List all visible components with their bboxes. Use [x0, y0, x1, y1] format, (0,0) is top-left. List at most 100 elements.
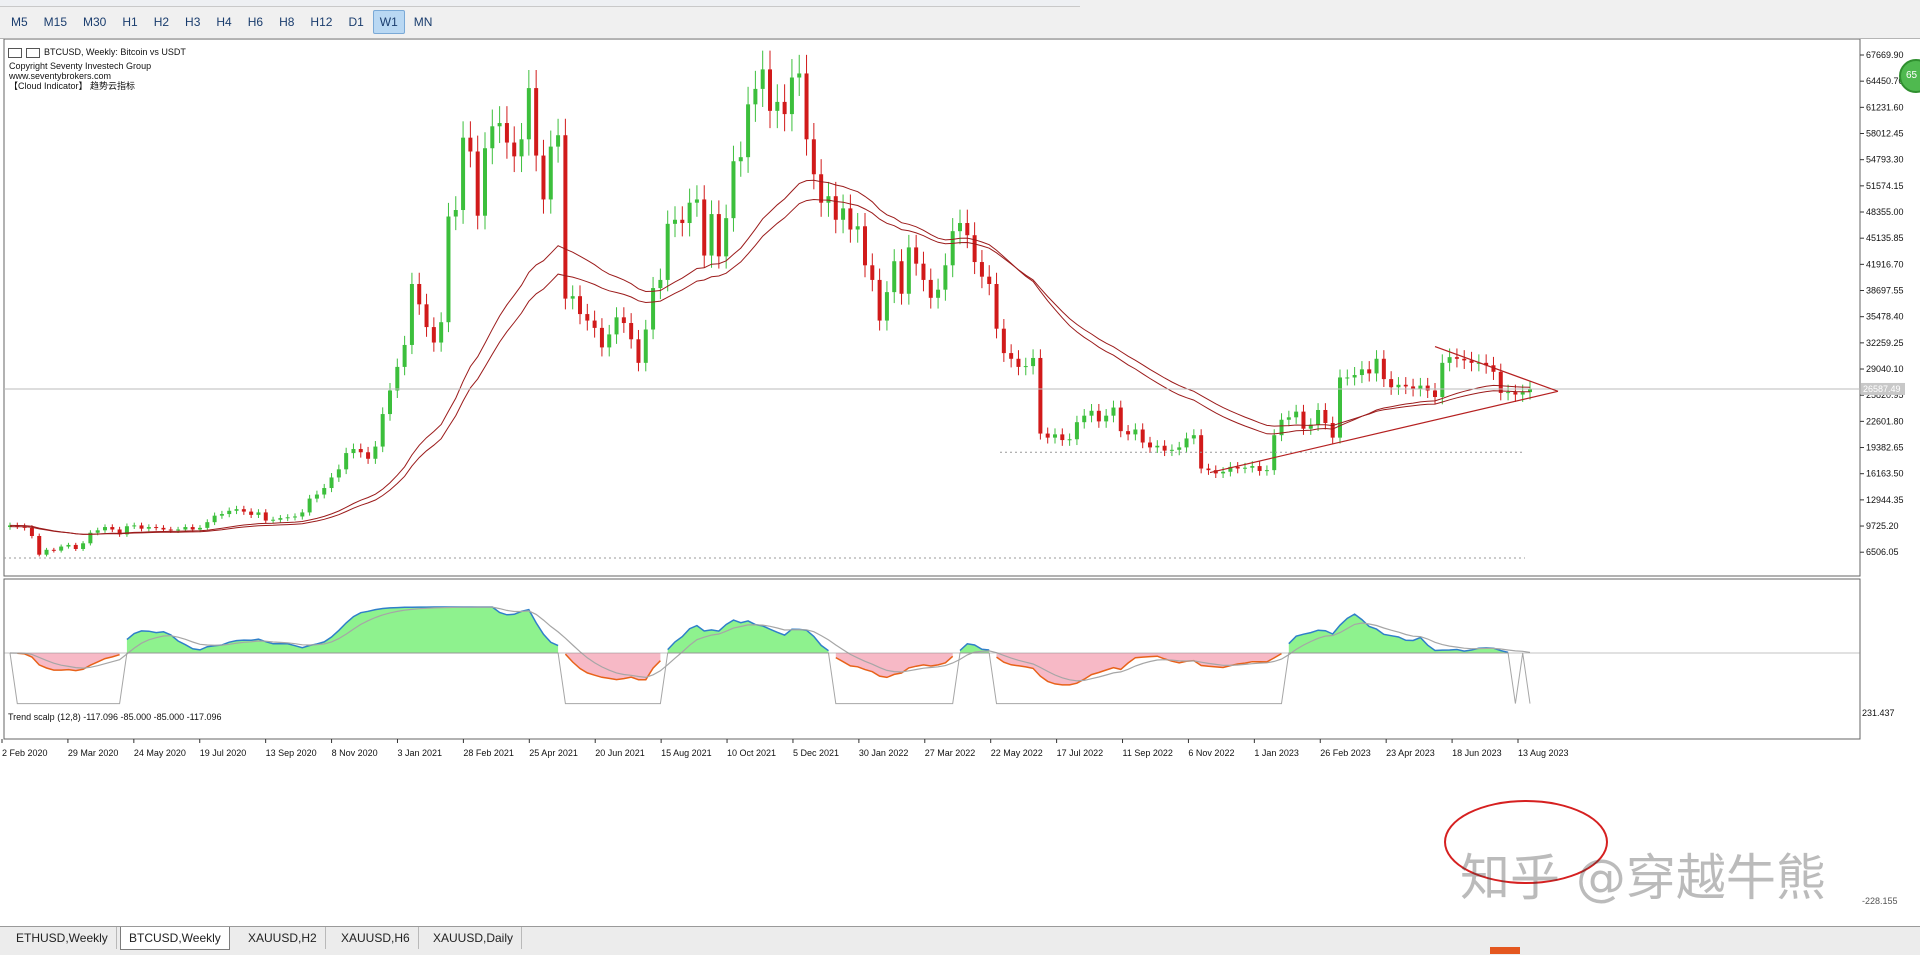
- candle-body: [965, 223, 970, 236]
- candle-body: [1316, 409, 1321, 425]
- price-tick-label: 12944.35: [1866, 495, 1904, 505]
- candle-body: [1440, 362, 1445, 397]
- candle-body: [402, 344, 407, 367]
- date-tick-label: 28 Feb 2021: [463, 748, 514, 758]
- candle-body: [205, 522, 210, 528]
- price-tick-label: 48355.00: [1866, 207, 1904, 217]
- candle-body: [1243, 467, 1247, 469]
- timeframe-h1-button[interactable]: H1: [115, 10, 144, 34]
- candle-body: [212, 515, 217, 523]
- candle-body: [512, 142, 517, 157]
- candle-body: [461, 137, 466, 211]
- price-tick-label: 61231.60: [1866, 102, 1904, 112]
- price-tick-label: 29040.10: [1866, 364, 1904, 374]
- candle-body: [819, 174, 824, 203]
- candle-body: [585, 314, 590, 321]
- candle-body: [863, 226, 867, 266]
- candle-body: [395, 366, 400, 391]
- timeframe-m5-button[interactable]: M5: [4, 10, 35, 34]
- candle-body: [1513, 392, 1518, 395]
- candle-body: [534, 88, 539, 156]
- candle-body: [219, 514, 224, 516]
- date-tick-label: 27 Mar 2022: [925, 748, 976, 758]
- price-chart[interactable]: 67669.90 64450.70 61231.60 58012.45 54793.30…: [0, 39, 1920, 927]
- date-tick-label: 18 Jun 2023: [1452, 748, 1502, 758]
- candle-body: [1096, 410, 1101, 422]
- candle-body: [271, 519, 276, 521]
- chart-title-row: BTCUSD, Weekly: Bitcoin vs USDT: [8, 47, 186, 58]
- candle-body: [1162, 445, 1167, 451]
- date-tick-label: 10 Oct 2021: [727, 748, 776, 758]
- candle-body: [979, 262, 984, 277]
- date-tick-label: 25 Apr 2021: [529, 748, 578, 758]
- candle-body: [1323, 409, 1328, 423]
- candle-body: [1418, 385, 1423, 389]
- candle-body: [475, 151, 480, 216]
- tab-xauusd-h2[interactable]: XAUUSD,H2: [240, 927, 326, 949]
- candle-body: [1031, 357, 1036, 367]
- candle-body: [1447, 357, 1452, 363]
- candle-body: [680, 219, 685, 224]
- chart-window-icon: [8, 47, 22, 58]
- candle-body: [1235, 466, 1240, 469]
- candle-body: [621, 317, 626, 324]
- tab-btcusd-weekly[interactable]: BTCUSD,Weekly: [120, 927, 230, 950]
- candle-body: [1104, 415, 1109, 422]
- candle-body: [731, 161, 736, 219]
- candle-body: [483, 148, 487, 216]
- date-tick-label: 30 Jan 2022: [859, 748, 909, 758]
- candle-body: [154, 527, 159, 529]
- candle-body: [1221, 471, 1226, 474]
- timeframe-h12-button[interactable]: H12: [303, 10, 339, 34]
- candle-body: [753, 88, 758, 105]
- tab-xauusd-daily[interactable]: XAUUSD,Daily: [425, 927, 523, 949]
- triangle-resistance-trendline: [1434, 346, 1559, 392]
- candle-body: [958, 223, 962, 232]
- candle-body: [687, 202, 692, 224]
- candle-body: [768, 69, 772, 111]
- date-tick-label: 26 Feb 2023: [1320, 748, 1371, 758]
- candle-body: [146, 527, 151, 529]
- candle-body: [1345, 377, 1350, 379]
- candle-body: [1381, 358, 1386, 380]
- timeframe-d1-button[interactable]: D1: [341, 10, 370, 34]
- candle-body: [256, 512, 261, 515]
- timeframe-mn-button[interactable]: MN: [407, 10, 440, 34]
- price-tick-label: 38697.55: [1866, 286, 1904, 296]
- tab-xauusd-h6[interactable]: XAUUSD,H6: [333, 927, 419, 949]
- moving-average-upper: [9, 179, 1531, 535]
- timeframe-h2-button[interactable]: H2: [147, 10, 176, 34]
- candle-body: [1038, 357, 1043, 434]
- candle-body: [1403, 384, 1408, 387]
- candle-body: [1520, 392, 1525, 395]
- candle-body: [1169, 449, 1174, 451]
- chart-window[interactable]: 67669.90 64450.70 61231.60 58012.45 54793.30…: [0, 38, 1920, 927]
- timeframe-h6-button[interactable]: H6: [241, 10, 270, 34]
- date-tick-label: 29 Mar 2020: [68, 748, 119, 758]
- candle-body: [417, 283, 422, 305]
- candle-body: [278, 518, 283, 520]
- timeframe-m30-button[interactable]: M30: [76, 10, 113, 34]
- candle-body: [804, 73, 809, 140]
- timeframe-w1-button[interactable]: W1: [372, 10, 405, 34]
- candle-body: [1454, 357, 1459, 359]
- date-tick-label: 13 Sep 2020: [266, 748, 317, 758]
- candle-body: [373, 446, 378, 459]
- candle-body: [366, 452, 371, 459]
- timeframe-h3-button[interactable]: H3: [178, 10, 207, 34]
- candle-body: [1396, 384, 1401, 388]
- candle-body: [1060, 434, 1065, 441]
- candle-body: [592, 320, 597, 328]
- candle-body: [1359, 369, 1364, 376]
- timeframe-m15-button[interactable]: M15: [37, 10, 74, 34]
- candle-body: [1009, 353, 1014, 359]
- candle-body: [1111, 407, 1116, 416]
- price-tick-label: 16163.50: [1866, 469, 1904, 479]
- tab-ethusd-weekly[interactable]: ETHUSD,Weekly: [8, 927, 117, 949]
- candle-body: [636, 339, 641, 363]
- timeframe-h4-button[interactable]: H4: [209, 10, 238, 34]
- candle-body: [1257, 466, 1262, 471]
- oscillator-step-line: [9, 652, 1531, 705]
- candle-body: [1462, 358, 1467, 361]
- timeframe-h8-button[interactable]: H8: [272, 10, 301, 34]
